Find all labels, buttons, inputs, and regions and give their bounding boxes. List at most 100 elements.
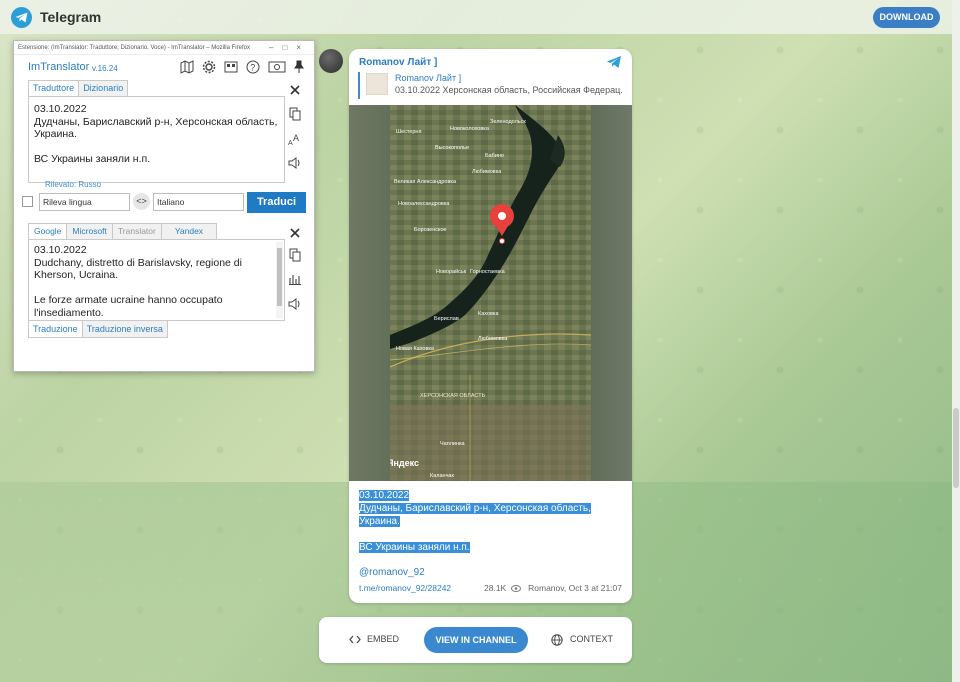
satellite-map: Шестерня Зеленодольск Новоколоховка Высо…	[390, 105, 591, 481]
map-image[interactable]: Шестерня Зеленодольск Новоколоховка Высо…	[349, 105, 632, 481]
copy-icon[interactable]	[288, 107, 302, 121]
map-label: Каховка	[478, 311, 499, 317]
speaker-output-icon[interactable]	[288, 297, 302, 311]
target-line: Kherson, Ucraina.	[34, 269, 119, 281]
target-line	[34, 282, 279, 295]
target-line: Dudchany, distretto di Barislavsky, regi…	[34, 256, 242, 269]
map-label: Чаплинка	[440, 441, 466, 447]
map-label: Шестерня	[396, 129, 421, 135]
result-tabs: Traduzione Traduzione inversa	[28, 321, 168, 338]
pin-icon[interactable]	[292, 60, 306, 74]
map-label: Зеленодольск	[490, 119, 526, 125]
svg-text:A: A	[293, 133, 299, 143]
window-title: Estensione: (ImTranslator: Traduttore, D…	[18, 45, 250, 51]
tab-dictionary[interactable]: Dizionario	[78, 80, 129, 96]
output-scrollbar-thumb[interactable]	[277, 248, 282, 306]
map-label: Горностаевка	[470, 269, 506, 275]
speaker-icon[interactable]	[288, 156, 302, 170]
tab-translation[interactable]: Traduzione	[28, 321, 83, 338]
source-line	[34, 141, 279, 154]
svg-text:?: ?	[250, 63, 255, 73]
map-label: Новоколоховка	[450, 126, 490, 132]
tab-yandex[interactable]: Yandex	[160, 223, 218, 239]
reply-text: 03.10.2022 Херсонская область, Российска…	[395, 85, 623, 95]
view-in-channel-button[interactable]: VIEW IN CHANNEL	[424, 627, 528, 653]
target-line: l'insediamento.	[34, 306, 104, 319]
map-icon[interactable]	[180, 60, 194, 74]
source-line: Дудчаны, Бариславский р-н, Херсонская об…	[34, 115, 278, 128]
translate-button[interactable]: Traduci	[247, 192, 306, 213]
auto-detect-checkbox[interactable]	[22, 196, 33, 207]
imtranslator-version: v.16.24	[92, 64, 118, 73]
map-label: Новорайськ	[436, 268, 467, 275]
output-scrollbar[interactable]	[276, 242, 283, 318]
post-meta: Romanov, Oct 3 at 21:07	[528, 583, 622, 593]
font-size-icon[interactable]: A A	[288, 132, 302, 146]
help-icon[interactable]: ?	[246, 60, 260, 74]
close-icon[interactable]	[288, 226, 302, 240]
donate-icon[interactable]	[268, 60, 286, 74]
post-action-bar: EMBED VIEW IN CHANNEL CONTEXT	[319, 617, 632, 663]
clear-icon[interactable]	[288, 83, 302, 97]
embed-button[interactable]: EMBED	[367, 634, 399, 644]
post-url-link[interactable]: t.me/romanov_92/28242	[359, 583, 451, 593]
translation-output[interactable]: 03.10.2022 Dudchany, distretto di Barisl…	[28, 239, 285, 321]
message-text: 03.10.2022 Дудчаны, Бариславский р-н, Хе…	[359, 489, 621, 554]
embed-icon	[349, 635, 361, 644]
map-region-label: ХЕРСОНСКАЯ ОБЛАСТЬ	[420, 393, 486, 399]
share-icon[interactable]	[606, 55, 622, 69]
map-label: Борозенское	[414, 227, 447, 233]
window-titlebar[interactable]: Estensione: (ImTranslator: Traduttore, D…	[14, 41, 314, 55]
tab-translator[interactable]: Traduttore	[28, 80, 80, 96]
target-line: 03.10.2022	[34, 244, 87, 256]
reply-name: Romanov Лайт ]	[395, 73, 462, 83]
mode-tabs: Traduttore Dizionario	[28, 80, 129, 96]
imtranslator-window: Estensione: (ImTranslator: Traduttore, D…	[13, 40, 315, 372]
tab-translator-service[interactable]: Translator	[111, 223, 162, 239]
toolbar: ?	[180, 60, 304, 76]
dictionary-icon[interactable]	[224, 60, 238, 74]
map-label: Любимовка	[472, 169, 502, 175]
app-title: Telegram	[40, 9, 102, 25]
map-label: Новая Каховка	[396, 346, 435, 352]
yandex-logo: Яндекс	[390, 458, 419, 468]
message-line: Дудчаны, Бариславский р-н, Херсонская об…	[359, 503, 591, 514]
message-line: ВС Украины заняли н.п.	[359, 542, 470, 553]
detected-language: Rilevato: Russo	[45, 180, 102, 189]
map-blur-left	[349, 105, 390, 481]
tab-back-translation[interactable]: Traduzione inversa	[81, 321, 168, 338]
tab-microsoft[interactable]: Microsoft	[66, 223, 113, 239]
post-footer: t.me/romanov_92/28242 28.1K Romanov, Oct…	[359, 583, 622, 597]
copy-output-icon[interactable]	[288, 248, 302, 262]
source-line: 03.10.2022	[34, 103, 87, 115]
map-label: Любимовка	[478, 336, 508, 342]
target-language-select[interactable]: Italiano	[153, 193, 244, 211]
page-scrollbar-thumb[interactable]	[953, 408, 959, 488]
message-line: Украина.	[359, 516, 400, 527]
imtranslator-brand: ImTranslator	[28, 61, 90, 73]
post-author[interactable]: Romanov Лайт ]	[359, 57, 437, 68]
view-count: 28.1K	[484, 583, 521, 593]
source-language-select[interactable]: Rileva lingua	[39, 193, 130, 211]
map-label: Высокополье	[435, 145, 469, 151]
message-card: Romanov Лайт ] Romanov Лайт ] 03.10.2022…	[349, 49, 632, 603]
reply-preview[interactable]: Romanov Лайт ] 03.10.2022 Херсонская обл…	[358, 72, 623, 99]
source-line: Украина.	[34, 128, 77, 140]
service-tabs: Google Microsoft Translator Yandex	[28, 223, 218, 239]
signature-link[interactable]: @romanov_92	[359, 567, 425, 578]
eye-icon	[510, 585, 521, 593]
channel-avatar[interactable]	[319, 49, 343, 73]
chart-icon[interactable]	[288, 272, 302, 286]
download-button[interactable]: DOWNLOAD	[873, 7, 940, 28]
views-value: 28.1K	[484, 583, 507, 593]
page-scrollbar[interactable]	[952, 0, 960, 682]
settings-gear-icon[interactable]	[202, 60, 216, 74]
context-button[interactable]: CONTEXT	[570, 634, 613, 644]
tab-google[interactable]: Google	[28, 223, 68, 239]
language-row: Rileva lingua <> Italiano Traduci	[22, 192, 308, 213]
swap-languages-icon[interactable]: <>	[133, 193, 150, 210]
message-line: 03.10.2022	[359, 490, 410, 501]
map-blur-right	[591, 105, 632, 481]
source-text-area[interactable]: 03.10.2022 Дудчаны, Бариславский р-н, Хе…	[28, 96, 285, 183]
window-controls[interactable]: –□×	[269, 41, 310, 55]
